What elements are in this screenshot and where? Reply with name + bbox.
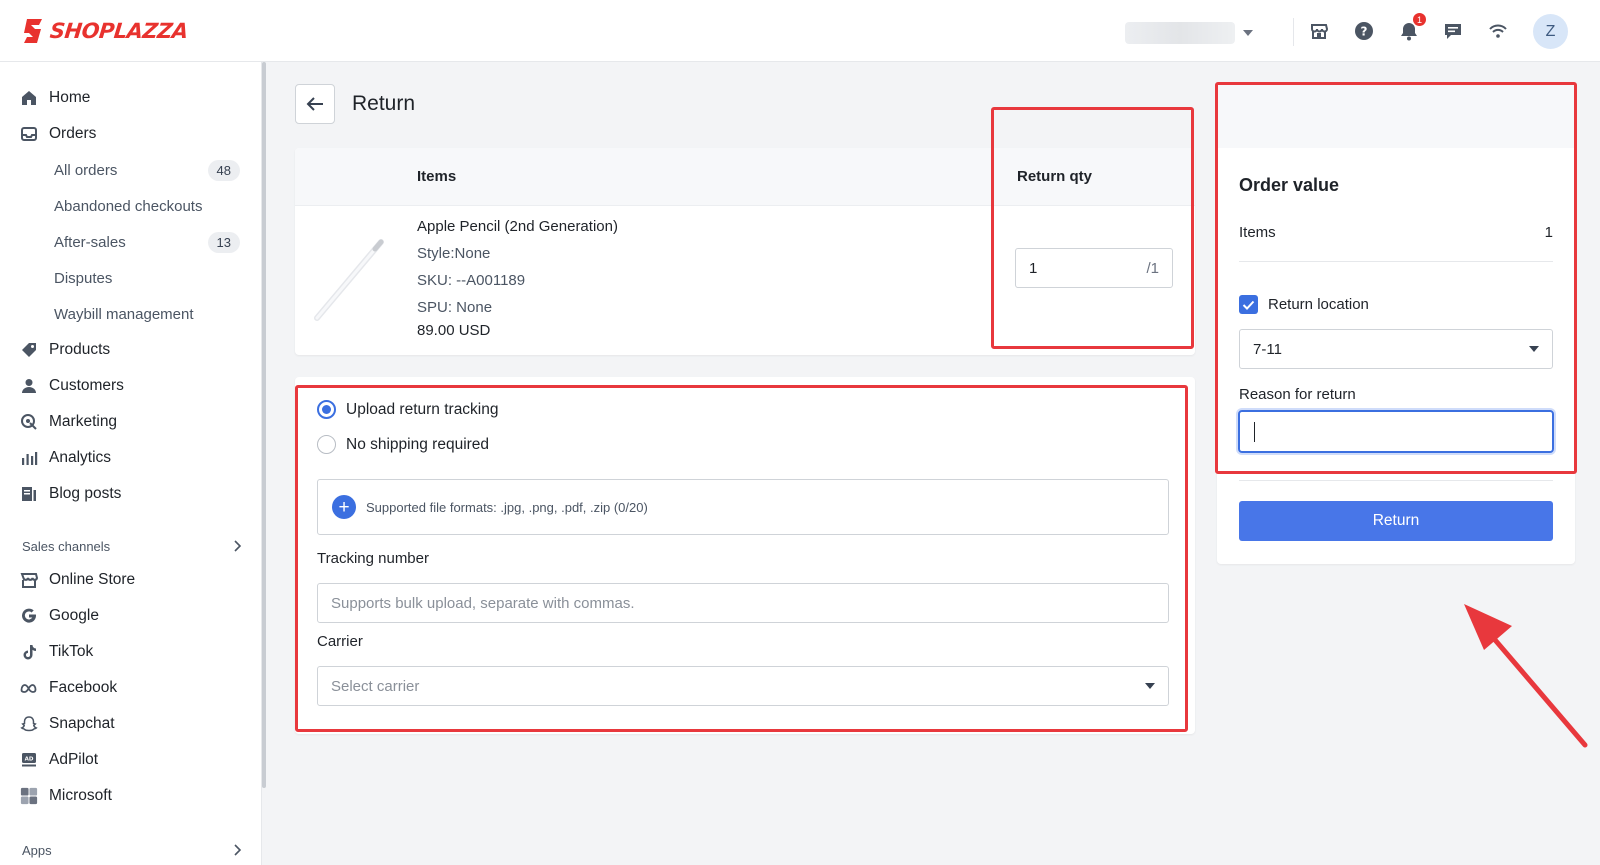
- snapchat-icon: [20, 715, 38, 733]
- orders-icon: [20, 125, 38, 143]
- microsoft-icon: [20, 787, 38, 805]
- annotation-order-value-highlight: [1215, 82, 1577, 474]
- store-name-redacted: [1125, 22, 1235, 44]
- sidebar-subitem-after-sales[interactable]: After-sales 13: [54, 229, 240, 255]
- apps-header[interactable]: Apps: [22, 840, 242, 860]
- back-button[interactable]: [295, 84, 335, 124]
- sales-channels-header[interactable]: Sales channels: [22, 536, 242, 556]
- sidebar-subitem-label: After-sales: [54, 233, 126, 251]
- sidebar-item-label: Google: [49, 607, 99, 624]
- bell-icon[interactable]: 1: [1398, 13, 1426, 42]
- summary-divider: [1239, 480, 1553, 481]
- sidebar-subitem-waybill-management[interactable]: Waybill management: [54, 301, 240, 327]
- sidebar-item-label: Blog posts: [49, 485, 122, 502]
- section-label: Sales channels: [22, 538, 111, 554]
- sidebar-item-label: Online Store: [49, 571, 136, 588]
- top-bar: SHOPLAZZA ? 1 Z: [0, 0, 1600, 62]
- sidebar-subitem-abandoned-checkouts[interactable]: Abandoned checkouts: [54, 193, 240, 219]
- arrow-left-icon: [306, 97, 323, 111]
- sidebar-item-label: Orders: [49, 125, 97, 142]
- count-badge: 48: [207, 159, 240, 181]
- top-divider: [1293, 18, 1294, 46]
- page-title: Return: [352, 92, 416, 115]
- tiktok-icon: [20, 643, 38, 661]
- sidebar-item-tiktok[interactable]: TikTok: [20, 639, 240, 665]
- count-badge: 13: [207, 231, 240, 253]
- store-selector[interactable]: [1125, 19, 1275, 47]
- sidebar-item-facebook[interactable]: Facebook: [20, 675, 240, 701]
- store-icon[interactable]: [1308, 20, 1330, 42]
- brand-name: SHOPLAZZA: [48, 19, 190, 43]
- sidebar-item-label: AdPilot: [49, 751, 99, 768]
- blog-icon: [20, 485, 38, 503]
- chevron-right-icon: [234, 844, 242, 856]
- sidebar-item-blog-posts[interactable]: Blog posts: [20, 481, 240, 507]
- section-label: Apps: [22, 842, 52, 858]
- sidebar-subitem-label: Waybill management: [54, 305, 194, 323]
- sidebar-item-label: Snapchat: [49, 715, 115, 732]
- adpilot-icon: AD: [20, 751, 38, 769]
- sidebar-item-microsoft[interactable]: Microsoft: [20, 783, 240, 809]
- marketing-icon: [20, 413, 38, 431]
- sidebar-item-orders[interactable]: Orders: [20, 121, 240, 147]
- google-icon: [20, 607, 38, 625]
- sidebar-subitem-label: All orders: [54, 161, 118, 179]
- column-header-items: Items: [417, 168, 457, 185]
- wifi-icon[interactable]: [1487, 20, 1509, 42]
- home-icon: [20, 89, 38, 107]
- sidebar-item-label: Microsoft: [49, 787, 112, 804]
- tag-icon: [20, 341, 38, 359]
- notification-badge: 1: [1413, 13, 1426, 26]
- sidebar-item-label: Marketing: [49, 413, 118, 430]
- product-name: Apple Pencil (2nd Generation): [417, 218, 618, 235]
- annotation-shipping-highlight: [295, 385, 1188, 732]
- sidebar-item-snapchat[interactable]: Snapchat: [20, 711, 240, 737]
- analytics-icon: [20, 449, 38, 467]
- sidebar-subitem-label: Abandoned checkouts: [54, 197, 203, 215]
- sidebar: Home Orders All orders 48 Abandoned chec…: [0, 62, 262, 865]
- sidebar-subitem-all-orders[interactable]: All orders 48: [54, 157, 240, 183]
- sidebar-item-marketing[interactable]: Marketing: [20, 409, 240, 435]
- chevron-right-icon: [234, 540, 242, 552]
- product-sku: SKU: --A001189: [417, 272, 526, 289]
- chat-icon[interactable]: [1442, 20, 1464, 42]
- help-icon[interactable]: ?: [1353, 20, 1375, 42]
- person-icon: [20, 377, 38, 395]
- return-button[interactable]: Return: [1239, 501, 1553, 541]
- sidebar-item-label: TikTok: [49, 643, 94, 660]
- sidebar-item-label: Facebook: [49, 679, 118, 696]
- sidebar-item-home[interactable]: Home: [20, 85, 240, 111]
- annotation-arrow-icon: [1464, 604, 1588, 748]
- shoplazza-logo[interactable]: SHOPLAZZA: [22, 17, 190, 45]
- sidebar-subitem-disputes[interactable]: Disputes: [54, 265, 240, 291]
- store-icon: [20, 571, 38, 589]
- chevron-down-icon: [1243, 30, 1253, 36]
- product-spu: SPU: None: [417, 299, 493, 316]
- meta-icon: [20, 679, 38, 697]
- product-style: Style:None: [417, 245, 491, 262]
- sidebar-item-label: Home: [49, 89, 91, 106]
- sidebar-item-customers[interactable]: Customers: [20, 373, 240, 399]
- sidebar-item-label: Customers: [49, 377, 124, 394]
- product-image: [314, 239, 384, 321]
- sidebar-item-products[interactable]: Products: [20, 337, 240, 363]
- shoplazza-logo-icon: [24, 19, 42, 43]
- annotation-return-qty-highlight: [991, 107, 1194, 349]
- sidebar-item-label: Products: [49, 341, 111, 358]
- sidebar-scrollbar[interactable]: [262, 62, 266, 788]
- avatar[interactable]: Z: [1533, 14, 1568, 49]
- sidebar-item-online-store[interactable]: Online Store: [20, 567, 240, 593]
- sidebar-item-adpilot[interactable]: AD AdPilot: [20, 747, 240, 773]
- sidebar-item-analytics[interactable]: Analytics: [20, 445, 240, 471]
- sidebar-item-google[interactable]: Google: [20, 603, 240, 629]
- sidebar-item-label: Analytics: [49, 449, 112, 466]
- sidebar-subitem-label: Disputes: [54, 269, 113, 287]
- svg-text:?: ?: [1361, 25, 1368, 39]
- product-price: 89.00 USD: [417, 322, 491, 339]
- svg-text:AD: AD: [25, 757, 34, 763]
